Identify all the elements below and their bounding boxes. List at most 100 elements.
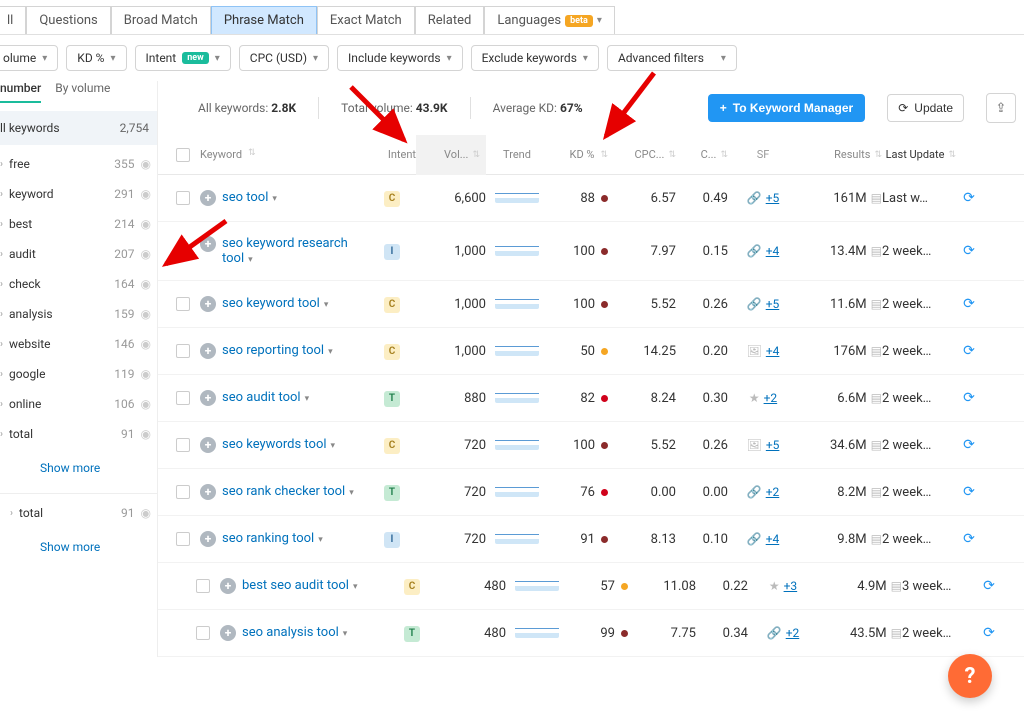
serp-features-more[interactable]: +2	[766, 485, 780, 499]
add-keyword-icon[interactable]: +	[200, 437, 216, 453]
keyword-link[interactable]: seo keyword research tool	[222, 236, 348, 266]
serp-features-more[interactable]: +5	[766, 191, 780, 205]
sidebar-item[interactable]: › online 106 ◉	[0, 389, 157, 419]
tab-broad-match[interactable]: Broad Match	[111, 6, 211, 34]
row-checkbox[interactable]	[176, 297, 190, 311]
refresh-row-icon[interactable]: ⟳	[963, 343, 975, 359]
column-cpc[interactable]: CPC...⇅	[608, 148, 676, 161]
caret-down-icon[interactable]: ▾	[353, 582, 358, 592]
serp-features-more[interactable]: +2	[786, 626, 800, 640]
eye-icon[interactable]: ◉	[141, 506, 151, 520]
serp-features-more[interactable]: +4	[766, 244, 780, 258]
column-keyword[interactable]: Keyword⇅	[200, 148, 368, 161]
keyword-link[interactable]: best seo audit tool	[242, 578, 349, 593]
serp-snapshot-icon[interactable]: ▤	[871, 297, 882, 311]
filter-exclude-keywords[interactable]: Exclude keywords▾	[471, 45, 599, 71]
filter-kd[interactable]: KD %▾	[66, 45, 126, 71]
sidebar-item[interactable]: › best 214 ◉	[0, 209, 157, 239]
column-trend[interactable]: Trend	[486, 148, 548, 161]
refresh-row-icon[interactable]: ⟳	[963, 484, 975, 500]
serp-features-more[interactable]: +3	[784, 579, 798, 593]
serp-features-more[interactable]: +2	[764, 391, 778, 405]
tab-languages[interactable]: Languages beta ▾	[484, 6, 615, 34]
sidebar-show-more[interactable]: Show more	[0, 449, 157, 489]
eye-icon[interactable]: ◉	[141, 427, 151, 441]
add-keyword-icon[interactable]: +	[200, 236, 216, 252]
add-keyword-icon[interactable]: +	[200, 190, 216, 206]
sidebar-item[interactable]: › check 164 ◉	[0, 269, 157, 299]
add-keyword-icon[interactable]: +	[200, 390, 216, 406]
caret-down-icon[interactable]: ▾	[248, 255, 253, 265]
export-button[interactable]: ⇪	[986, 93, 1016, 123]
add-keyword-icon[interactable]: +	[200, 484, 216, 500]
sidebar-tab-by-number[interactable]: number	[0, 81, 41, 103]
eye-icon[interactable]: ◉	[141, 307, 151, 321]
filter-volume[interactable]: olume▾	[0, 45, 58, 71]
sidebar-item[interactable]: › audit 207 ◉	[0, 239, 157, 269]
add-keyword-icon[interactable]: +	[200, 296, 216, 312]
row-checkbox[interactable]	[176, 391, 190, 405]
serp-features-more[interactable]: +4	[766, 532, 780, 546]
to-keyword-manager-button[interactable]: +To Keyword Manager	[708, 94, 865, 122]
caret-down-icon[interactable]: ▾	[349, 488, 354, 498]
sidebar-item[interactable]: › analysis 159 ◉	[0, 299, 157, 329]
row-checkbox[interactable]	[176, 191, 190, 205]
serp-snapshot-icon[interactable]: ▤	[871, 391, 882, 405]
sidebar-all-keywords[interactable]: ll keywords 2,754	[0, 111, 157, 145]
update-button[interactable]: ⟳Update	[887, 94, 964, 122]
eye-icon[interactable]: ◉	[141, 337, 151, 351]
refresh-row-icon[interactable]: ⟳	[983, 578, 995, 594]
caret-down-icon[interactable]: ▾	[318, 535, 323, 545]
filter-intent[interactable]: Intentnew▾	[135, 45, 231, 71]
caret-down-icon[interactable]: ▾	[272, 194, 277, 204]
serp-snapshot-icon[interactable]: ▤	[891, 579, 902, 593]
eye-icon[interactable]: ◉	[141, 217, 151, 231]
row-checkbox[interactable]	[176, 244, 190, 258]
keyword-link[interactable]: seo audit tool	[222, 390, 301, 405]
column-volume[interactable]: Vol...⇅	[416, 135, 486, 175]
refresh-row-icon[interactable]: ⟳	[963, 531, 975, 547]
refresh-row-icon[interactable]: ⟳	[963, 390, 975, 406]
eye-icon[interactable]: ◉	[141, 367, 151, 381]
row-checkbox[interactable]	[196, 579, 210, 593]
sidebar-tab-by-volume[interactable]: By volume	[55, 81, 110, 103]
serp-features-more[interactable]: +4	[766, 344, 780, 358]
refresh-row-icon[interactable]: ⟳	[963, 296, 975, 312]
add-keyword-icon[interactable]: +	[200, 343, 216, 359]
tab-exact-match[interactable]: Exact Match	[317, 6, 415, 34]
eye-icon[interactable]: ◉	[141, 157, 151, 171]
refresh-row-icon[interactable]: ⟳	[963, 437, 975, 453]
serp-snapshot-icon[interactable]: ▤	[871, 532, 882, 546]
tab-related[interactable]: Related	[415, 6, 485, 34]
caret-down-icon[interactable]: ▾	[331, 441, 336, 451]
add-keyword-icon[interactable]: +	[220, 578, 236, 594]
sidebar-item[interactable]: › total 91 ◉	[0, 419, 157, 449]
sidebar-item-total-group[interactable]: › total 91 ◉	[0, 498, 157, 528]
column-results[interactable]: Results⇅	[798, 148, 882, 161]
sidebar-item[interactable]: › keyword 291 ◉	[0, 179, 157, 209]
sidebar-item[interactable]: › website 146 ◉	[0, 329, 157, 359]
keyword-link[interactable]: seo keywords tool	[222, 437, 327, 452]
filter-advanced[interactable]: Advanced filters▾	[607, 45, 737, 71]
serp-snapshot-icon[interactable]: ▤	[891, 626, 902, 640]
column-competition[interactable]: C...⇅	[676, 148, 728, 161]
tab-questions[interactable]: Questions	[26, 6, 110, 34]
serp-snapshot-icon[interactable]: ▤	[871, 244, 882, 258]
column-intent[interactable]: Intent	[368, 148, 416, 161]
keyword-link[interactable]: seo keyword tool	[222, 296, 320, 311]
caret-down-icon[interactable]: ▾	[343, 629, 348, 639]
keyword-link[interactable]: seo ranking tool	[222, 531, 314, 546]
serp-features-more[interactable]: +5	[766, 438, 780, 452]
serp-features-more[interactable]: +5	[766, 297, 780, 311]
keyword-link[interactable]: seo analysis tool	[242, 625, 339, 640]
refresh-row-icon[interactable]: ⟳	[963, 190, 975, 206]
column-last-update[interactable]: Last Update⇅	[882, 148, 956, 161]
serp-snapshot-icon[interactable]: ▤	[871, 191, 882, 205]
help-button[interactable]: ?	[948, 654, 992, 698]
eye-icon[interactable]: ◉	[141, 277, 151, 291]
row-checkbox[interactable]	[176, 344, 190, 358]
sidebar-show-more-2[interactable]: Show more	[0, 528, 157, 568]
tab-all[interactable]: ll	[0, 6, 26, 34]
filter-cpc[interactable]: CPC (USD)▾	[239, 45, 329, 71]
caret-down-icon[interactable]: ▾	[328, 347, 333, 357]
